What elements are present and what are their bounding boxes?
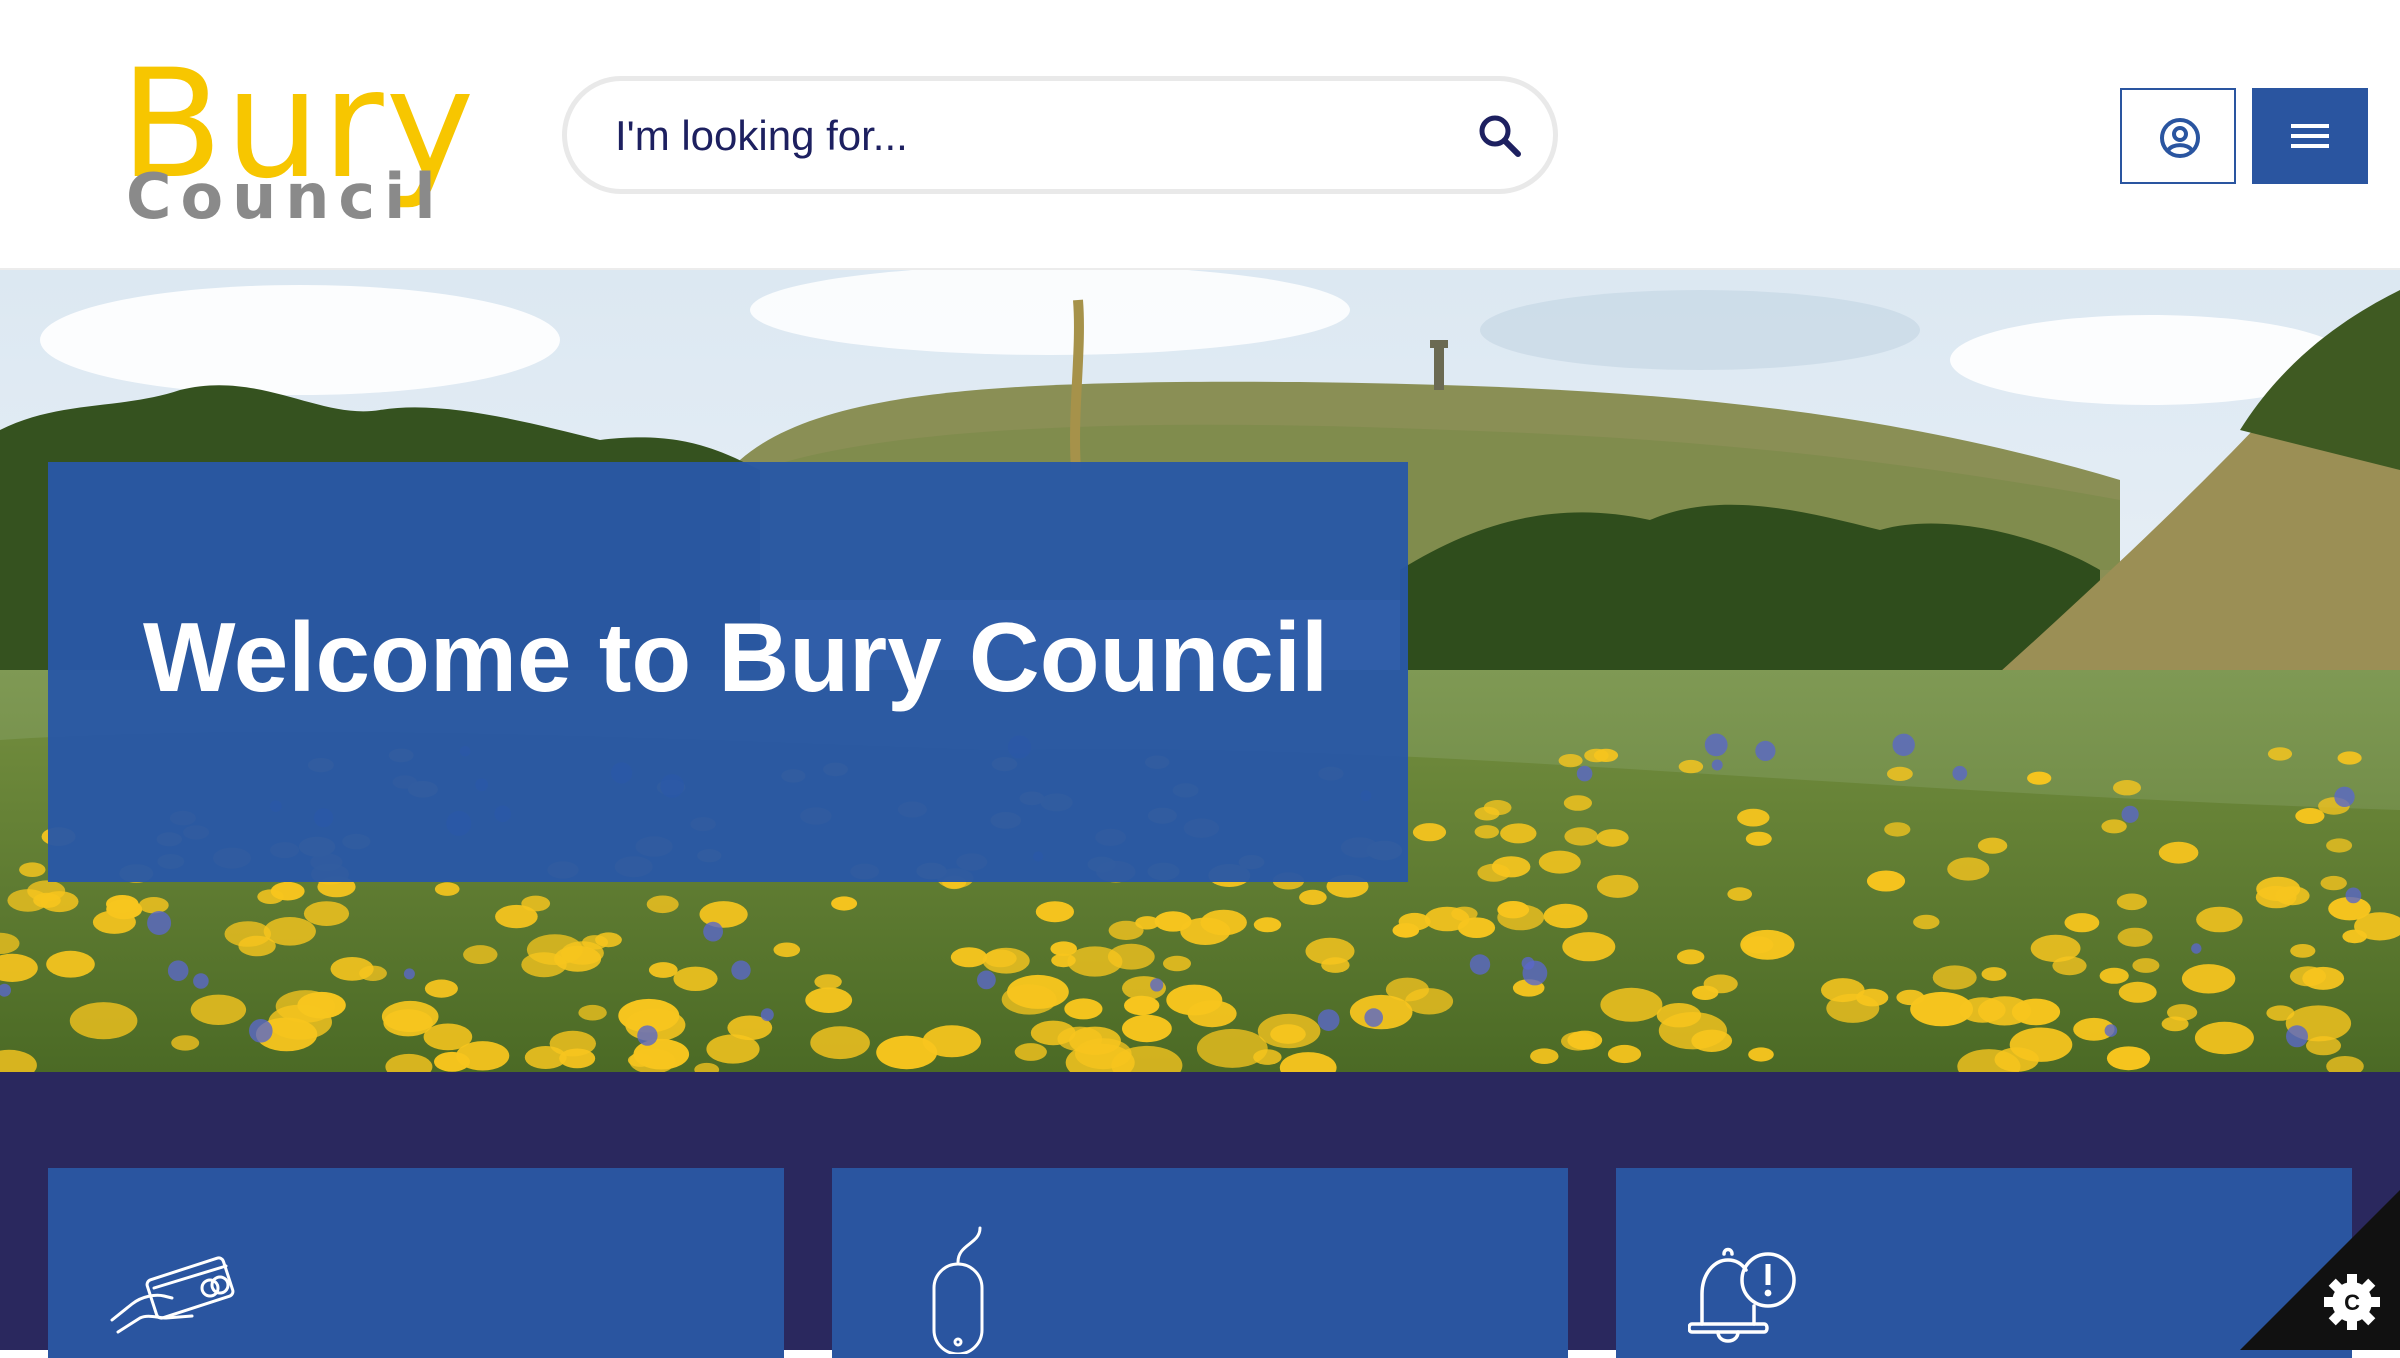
hero-banner: Welcome to Bury Council [0, 270, 2400, 1072]
computer-mouse-icon [932, 1226, 984, 1354]
logo-text-council: Council [126, 160, 445, 233]
cookie-settings-button[interactable]: C [2240, 1190, 2400, 1350]
menu-button[interactable] [2252, 88, 2368, 184]
user-circle-icon [2160, 118, 2200, 158]
cookie-settings-gear-icon: C [2324, 1274, 2380, 1330]
search-bar [562, 76, 1558, 194]
quick-link-card-online[interactable] [832, 1168, 1568, 1358]
quick-link-card-pay[interactable] [48, 1168, 784, 1358]
bury-council-logo[interactable]: Bury Council [120, 50, 474, 232]
site-header: Bury Council [0, 0, 2400, 270]
welcome-heading: Welcome to Bury Council [143, 602, 1329, 712]
search-input[interactable] [613, 81, 1417, 191]
account-button[interactable] [2120, 88, 2236, 184]
svg-text:C: C [2344, 1290, 2360, 1315]
hand-holding-card-icon [110, 1256, 235, 1334]
hamburger-menu-icon [2291, 124, 2329, 148]
bell-alert-icon [1688, 1247, 1796, 1343]
search-icon[interactable] [1475, 111, 1523, 159]
quick-links-band: C [0, 1072, 2400, 1358]
welcome-panel: Welcome to Bury Council [48, 462, 1408, 882]
